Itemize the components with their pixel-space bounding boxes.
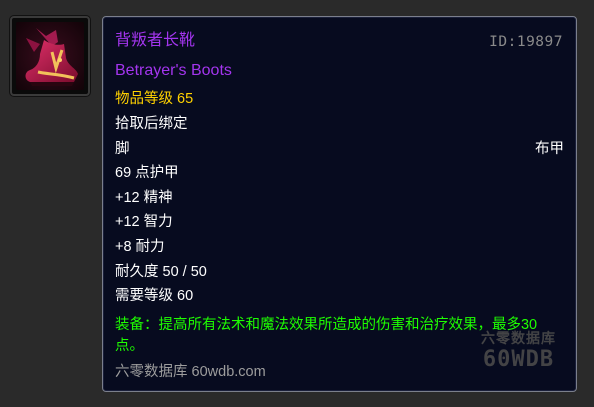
watermark-cn: 六零数据库 <box>481 330 556 346</box>
required-level: 需要等级 60 <box>115 288 194 304</box>
stat-stamina: +8 耐力 <box>115 239 165 255</box>
item-icon-frame <box>10 16 90 96</box>
stat-intellect: +12 智力 <box>115 214 173 230</box>
bind-type: 拾取后绑定 <box>115 116 188 132</box>
boots-icon <box>16 22 84 90</box>
armor-type: 布甲 <box>535 141 564 157</box>
armor-value: 69 点护甲 <box>115 165 179 181</box>
watermark-en: 60WDB <box>482 347 555 372</box>
equip-slot: 脚 <box>115 141 130 157</box>
item-tooltip: 背叛者长靴 ID:19897 Betrayer's Boots 物品等级 65 … <box>102 16 577 392</box>
site-watermark: 六零数据库 60WDB <box>481 329 556 373</box>
item-name-cn[interactable]: 背叛者长靴 <box>115 32 195 50</box>
durability: 耐久度 50 / 50 <box>115 264 207 280</box>
item-level: 物品等级 65 <box>115 91 194 107</box>
item-page: 背叛者长靴 ID:19897 Betrayer's Boots 物品等级 65 … <box>0 0 594 407</box>
item-id-label: ID:19897 <box>489 34 563 50</box>
source-link[interactable]: 六零数据库 60wdb.com <box>115 363 266 381</box>
stat-spirit: +12 精神 <box>115 190 173 206</box>
item-name-en[interactable]: Betrayer's Boots <box>115 62 232 80</box>
